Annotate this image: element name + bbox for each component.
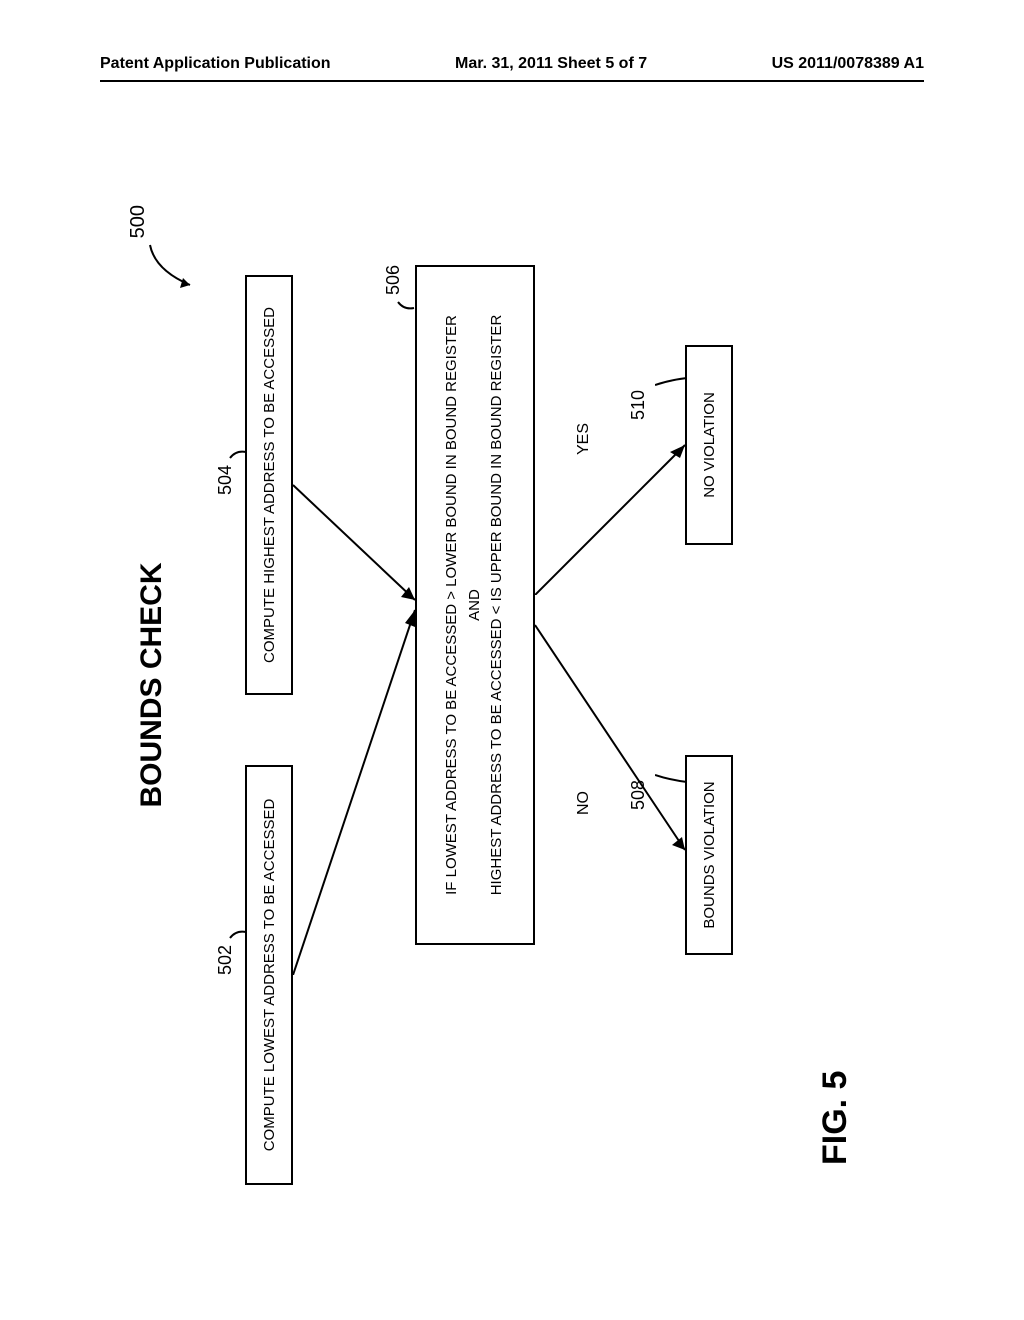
header-publication: Patent Application Publication — [100, 55, 331, 73]
ref-label-500: 500 — [127, 205, 150, 238]
box-506-line1: IF LOWEST ADDRESS TO BE ACCESSED > LOWER… — [441, 315, 464, 895]
ref-label-504: 504 — [215, 465, 236, 495]
box-504-text: COMPUTE HIGHEST ADDRESS TO BE ACCESSED — [261, 307, 278, 663]
box-506-line3: HIGHEST ADDRESS TO BE ACCESSED < IS UPPE… — [486, 315, 509, 896]
header-divider — [100, 80, 924, 82]
arrow-506-to-510 — [535, 435, 690, 595]
diagram-title: BOUNDS CHECK — [135, 562, 169, 807]
header-patent-number: US 2011/0078389 A1 — [772, 55, 924, 73]
box-506-line2: AND — [464, 589, 487, 621]
ref-label-510: 510 — [628, 390, 649, 420]
box-508-text: BOUNDS VIOLATION — [701, 781, 718, 928]
box-compute-lowest: COMPUTE LOWEST ADDRESS TO BE ACCESSED — [245, 765, 293, 1185]
box-condition-check: IF LOWEST ADDRESS TO BE ACCESSED > LOWER… — [415, 265, 535, 945]
figure-label: FIG. 5 — [816, 1071, 855, 1165]
arrow-504-to-506 — [293, 475, 423, 605]
box-502-text: COMPUTE LOWEST ADDRESS TO BE ACCESSED — [261, 799, 278, 1152]
box-bounds-violation: BOUNDS VIOLATION — [685, 755, 733, 955]
ref-label-502: 502 — [215, 945, 236, 975]
diagram-container: BOUNDS CHECK 500 502 COMPUTE LOWEST ADDR… — [0, 295, 1024, 1075]
box-no-violation: NO VIOLATION — [685, 345, 733, 545]
ref-label-506: 506 — [383, 265, 404, 295]
box-compute-highest: COMPUTE HIGHEST ADDRESS TO BE ACCESSED — [245, 275, 293, 695]
box-510-text: NO VIOLATION — [701, 392, 718, 498]
header-date-sheet: Mar. 31, 2011 Sheet 5 of 7 — [455, 55, 647, 73]
page-header: Patent Application Publication Mar. 31, … — [0, 55, 1024, 73]
ref-label-508: 508 — [628, 780, 649, 810]
leader-tick-506 — [396, 300, 416, 320]
arrow-506-to-508 — [535, 615, 690, 855]
leader-curve-500 — [145, 240, 195, 290]
arrow-502-to-506 — [293, 595, 423, 975]
